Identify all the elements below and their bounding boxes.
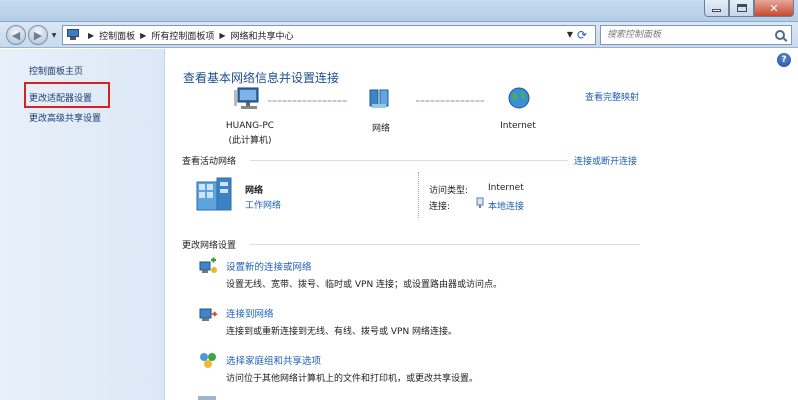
sidebar-item-control-panel-home[interactable]: 控制面板主页 bbox=[29, 64, 83, 77]
access-type-value: Internet bbox=[488, 183, 524, 193]
computer-subtitle: (此计算机) bbox=[228, 136, 272, 146]
breadcrumb-separator-icon[interactable]: ▶ bbox=[140, 31, 146, 40]
back-arrow-icon: ◀ bbox=[11, 28, 21, 42]
active-networks-heading: 查看活动网络 bbox=[182, 157, 237, 167]
connect-disconnect-link[interactable]: 连接或断开连接 bbox=[574, 154, 637, 167]
computer-icon bbox=[234, 87, 259, 109]
search-input[interactable] bbox=[601, 27, 773, 43]
work-network-icon bbox=[196, 177, 232, 211]
close-icon: ✕ bbox=[769, 1, 779, 15]
full-map-link[interactable]: 查看完整映射 bbox=[585, 90, 639, 103]
next-task-icon-partial bbox=[198, 396, 216, 400]
navigation-bar: ◀ ▶ ▼ ▶ 控制面板 ▶ 所有控制面板项 ▶ 网络和共享中心 ▼ ⟳ bbox=[0, 22, 798, 48]
forward-button[interactable]: ▶ bbox=[28, 25, 48, 45]
breadcrumb-all-items[interactable]: 所有控制面板项 bbox=[151, 29, 214, 42]
maximize-icon bbox=[736, 4, 747, 12]
active-network-name: 网络 bbox=[245, 186, 264, 196]
breadcrumb-control-panel[interactable]: 控制面板 bbox=[99, 29, 135, 42]
search-icon[interactable] bbox=[775, 30, 785, 40]
control-panel-icon bbox=[66, 29, 80, 41]
refresh-icon[interactable]: ⟳ bbox=[577, 28, 591, 42]
section-divider bbox=[250, 244, 640, 245]
breadcrumb-separator-icon[interactable]: ▶ bbox=[88, 31, 94, 40]
section-divider bbox=[250, 160, 568, 161]
minimize-button[interactable] bbox=[704, 0, 729, 17]
window-title-bar: ✕ bbox=[0, 0, 798, 22]
connection-line bbox=[416, 100, 484, 102]
maximize-button[interactable] bbox=[729, 0, 754, 17]
close-button[interactable]: ✕ bbox=[754, 0, 794, 17]
internet-label: Internet bbox=[500, 121, 536, 131]
help-icon[interactable]: ? bbox=[777, 53, 791, 67]
sidebar-item-advanced-sharing[interactable]: 更改高级共享设置 bbox=[29, 111, 101, 124]
access-type-label: 访问类型: bbox=[429, 186, 469, 196]
connection-label: 连接: bbox=[429, 202, 451, 212]
ethernet-adapter-icon bbox=[476, 197, 484, 208]
vertical-separator bbox=[418, 172, 419, 218]
homegroup-icon bbox=[200, 353, 216, 368]
computer-name: HUANG-PC bbox=[225, 121, 275, 131]
selection-highlight bbox=[24, 82, 110, 108]
breadcrumb-separator-icon[interactable]: ▶ bbox=[219, 31, 225, 40]
change-settings-heading: 更改网络设置 bbox=[182, 241, 237, 251]
address-bar[interactable]: ▶ 控制面板 ▶ 所有控制面板项 ▶ 网络和共享中心 ▼ ⟳ bbox=[62, 25, 596, 45]
page-title: 查看基本网络信息并设置连接 bbox=[183, 71, 340, 85]
network-type-link[interactable]: 工作网络 bbox=[245, 198, 281, 211]
task-connect-to-network-desc: 连接到或重新连接到无线、有线、拨号或 VPN 网络连接。 bbox=[226, 327, 458, 337]
minimize-icon bbox=[712, 9, 721, 12]
search-box bbox=[600, 25, 792, 45]
address-dropdown-icon[interactable]: ▼ bbox=[567, 30, 573, 39]
new-connection-icon bbox=[199, 257, 217, 273]
internet-globe-icon bbox=[508, 87, 530, 109]
breadcrumb: ▶ 控制面板 ▶ 所有控制面板项 ▶ 网络和共享中心 bbox=[83, 29, 294, 42]
task-connect-to-network[interactable]: 连接到网络 bbox=[226, 306, 274, 320]
chevron-down-icon: ▼ bbox=[51, 31, 57, 39]
task-homegroup-sharing[interactable]: 选择家庭组和共享选项 bbox=[226, 353, 321, 367]
task-homegroup-sharing-desc: 访问位于其他网络计算机上的文件和打印机，或更改共享设置。 bbox=[226, 374, 479, 384]
network-icon bbox=[369, 89, 389, 108]
back-button[interactable]: ◀ bbox=[6, 25, 26, 45]
local-connection-link[interactable]: 本地连接 bbox=[488, 199, 524, 212]
connect-to-network-icon bbox=[199, 308, 218, 321]
connection-line bbox=[268, 100, 348, 102]
network-label: 网络 bbox=[371, 124, 390, 134]
task-setup-new-connection[interactable]: 设置新的连接或网络 bbox=[226, 259, 312, 273]
window-controls: ✕ bbox=[704, 0, 794, 17]
forward-arrow-icon: ▶ bbox=[33, 28, 43, 42]
recent-pages-dropdown[interactable]: ▼ bbox=[49, 30, 59, 40]
task-setup-new-connection-desc: 设置无线、宽带、拨号、临时或 VPN 连接；或设置路由器或访问点。 bbox=[226, 280, 503, 290]
breadcrumb-network-center[interactable]: 网络和共享中心 bbox=[231, 29, 294, 42]
